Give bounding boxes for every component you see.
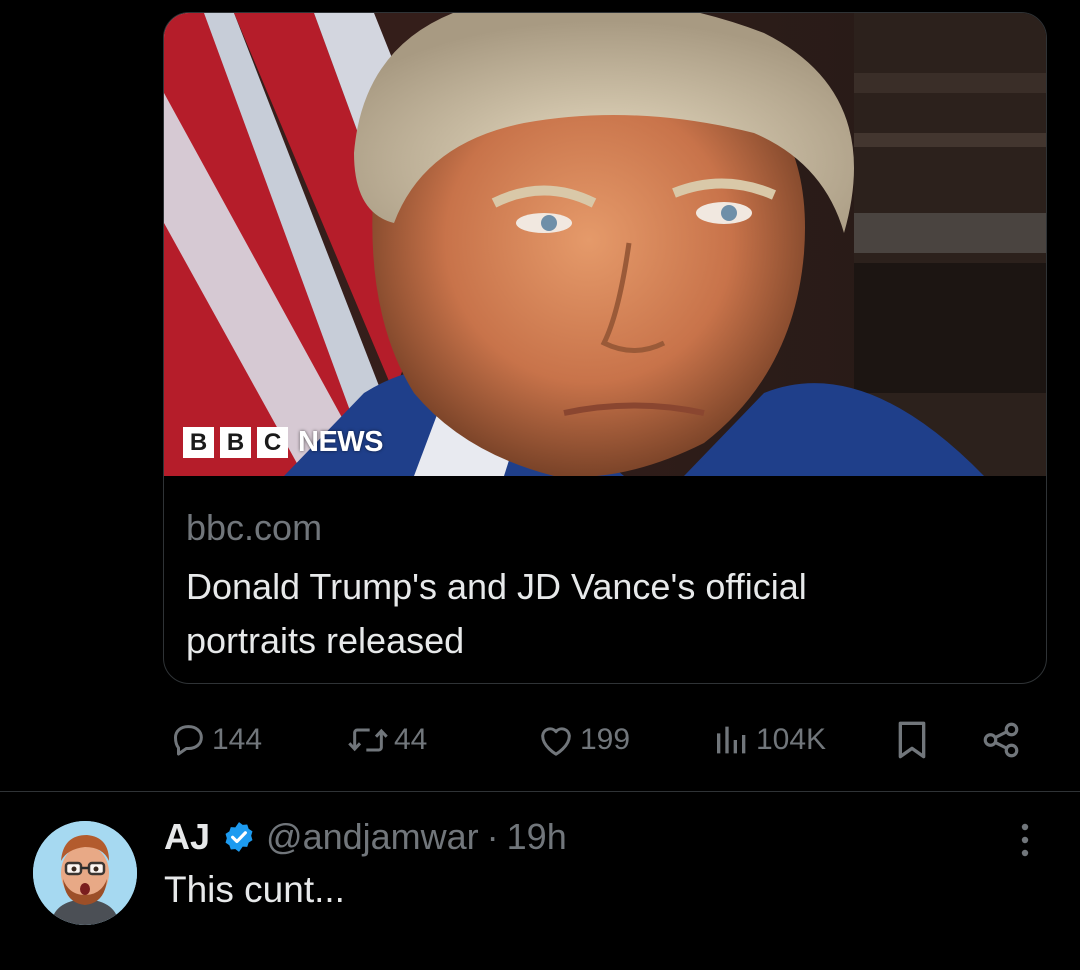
bbc-logo-letter-3: C — [257, 427, 288, 458]
timestamp[interactable]: 19h — [507, 816, 567, 858]
bbc-logo-letter-2: B — [220, 427, 251, 458]
separator-dot: · — [486, 816, 499, 857]
share-button[interactable] — [980, 714, 1022, 766]
card-title-line-1: Donald Trump's and JD Vance's official — [186, 566, 807, 607]
like-count: 199 — [580, 723, 631, 756]
reply-button[interactable]: 144 — [168, 714, 262, 766]
avatar[interactable] — [33, 821, 137, 925]
bbc-logo-letter-1: B — [183, 427, 214, 458]
repost-count: 44 — [394, 723, 428, 756]
heart-icon — [541, 727, 571, 756]
reply-count: 144 — [212, 723, 263, 756]
verified-badge-icon — [222, 820, 256, 854]
card-text: bbc.com Donald Trump's and JD Vance's of… — [164, 476, 1046, 668]
repost-icon — [348, 728, 388, 752]
repost-button[interactable]: 44 — [346, 714, 427, 766]
tweet-detail: B B C NEWS bbc.com Donald Trump's and JD… — [0, 0, 1080, 970]
card-title: Donald Trump's and JD Vance's official p… — [186, 560, 1024, 668]
reply-header: AJ @andjamwar · 19h — [164, 812, 567, 862]
bbc-news-logo: B B C NEWS — [183, 426, 384, 459]
article-image: B B C NEWS — [164, 13, 1046, 476]
reply-text: This cunt... — [164, 869, 345, 910]
more-vertical-icon — [1021, 823, 1029, 857]
bbc-logo-news: NEWS — [298, 426, 384, 458]
tweet-action-bar: 144 44 199 104K — [166, 714, 1036, 766]
like-button[interactable]: 199 — [536, 714, 630, 766]
memoji-avatar-image — [33, 821, 137, 925]
user-handle[interactable]: @andjamwar — [266, 816, 479, 858]
analytics-icon — [717, 726, 746, 754]
views-button[interactable]: 104K — [712, 714, 826, 766]
card-domain: bbc.com — [186, 507, 323, 548]
bookmark-icon — [898, 721, 926, 759]
share-icon — [983, 722, 1019, 758]
bookmark-button[interactable] — [892, 714, 932, 766]
reply-icon — [174, 725, 203, 756]
display-name[interactable]: AJ — [164, 816, 210, 858]
card-title-line-2: portraits released — [186, 620, 465, 661]
portrait-image — [164, 13, 1046, 476]
views-count: 104K — [756, 723, 827, 756]
divider — [0, 791, 1080, 792]
link-preview-card[interactable]: B B C NEWS bbc.com Donald Trump's and JD… — [163, 12, 1047, 684]
more-options-button[interactable] — [1010, 820, 1040, 860]
